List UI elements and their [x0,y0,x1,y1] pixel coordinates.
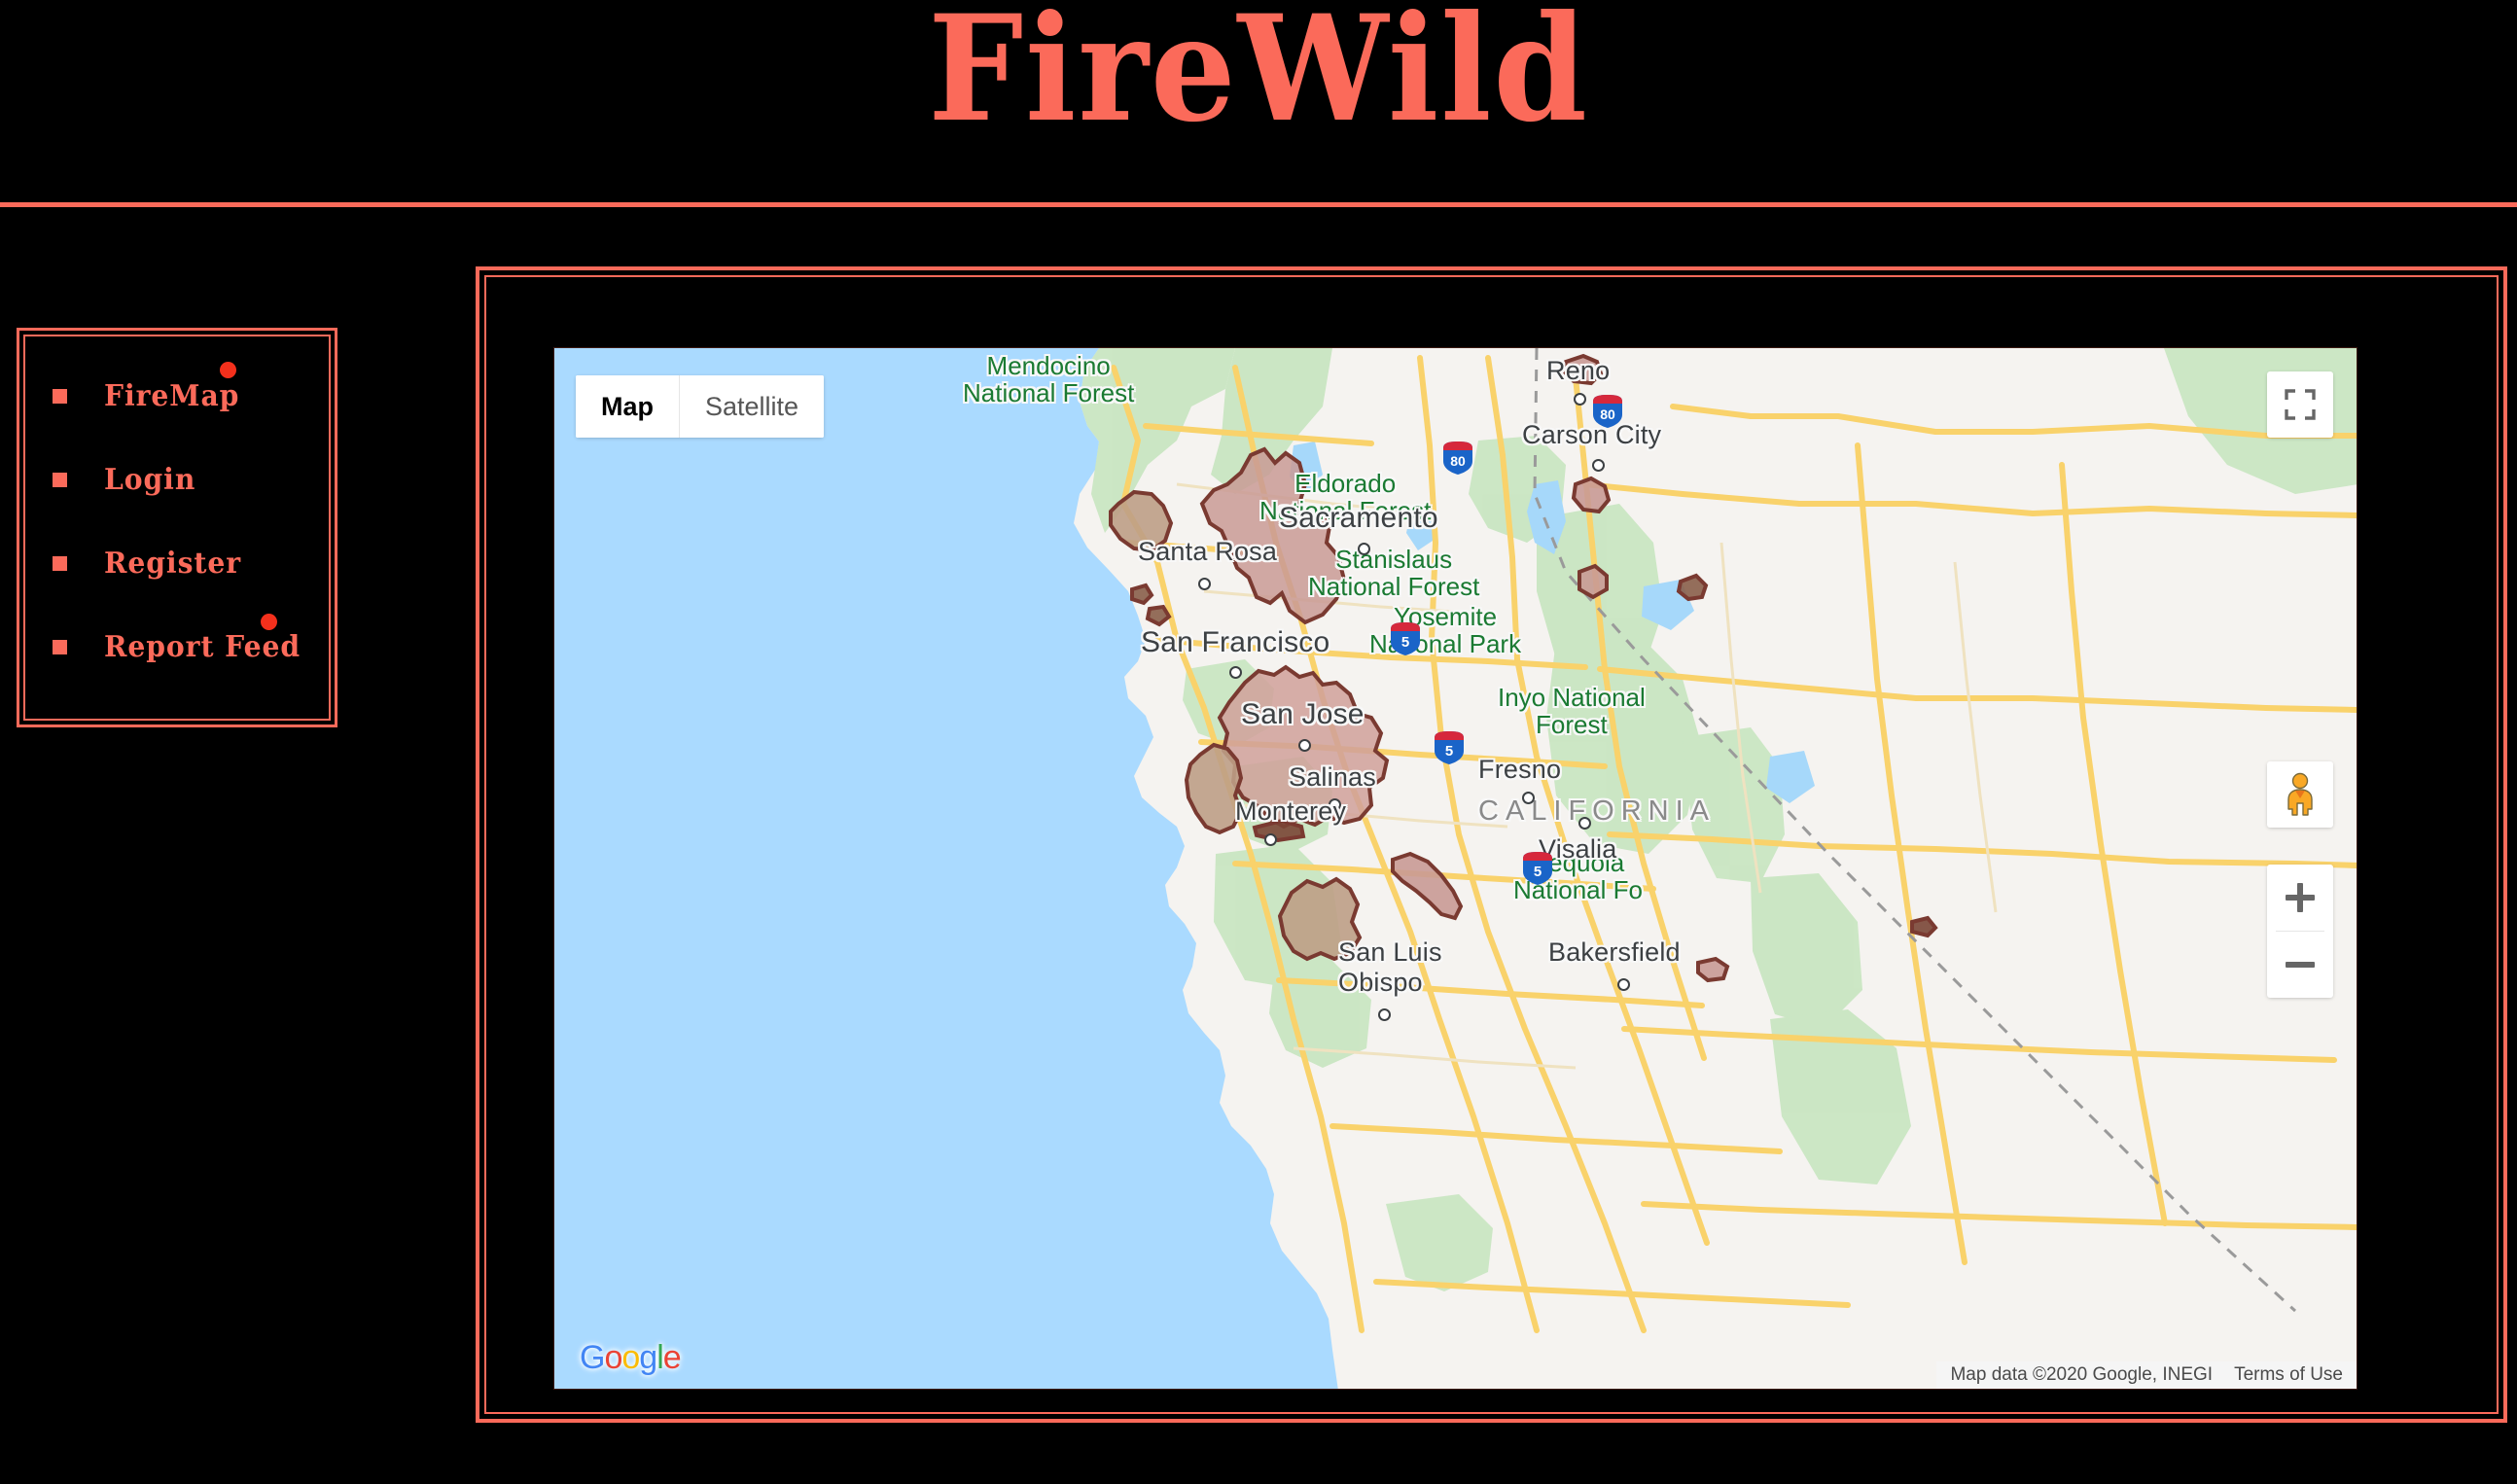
map-type-control: Map Satellite [576,375,825,438]
city-marker-san-francisco [1229,666,1242,679]
highway-shield-5-south: 5 [1523,852,1552,885]
sidebar-nav: FireMap Login Register Report Feed [17,328,337,727]
header-divider [0,202,2517,207]
highway-shield-80-reno: 80 [1593,395,1622,428]
map-base-layer [1074,348,2357,1389]
sidebar-item-register[interactable]: Register [25,541,329,585]
sidebar-item-login[interactable]: Login [25,457,329,502]
notification-dot-icon [261,614,277,630]
city-marker-sacramento [1358,543,1370,555]
city-marker-visalia [1578,817,1591,830]
fire-perimeter-dolan [1277,876,1363,962]
sidebar-item-label: Report Feed [104,629,301,664]
google-logo-letter: g [639,1339,657,1376]
sidebar-item-report-feed[interactable]: Report Feed [25,614,329,669]
map-type-button-satellite[interactable]: Satellite [679,375,825,438]
terms-of-use-link[interactable]: Terms of Use [2234,1364,2343,1386]
fire-perimeter-sequoia [1910,915,1938,938]
map-panel-inner-border: Mendocino National Forest Eldorado Nationa… [484,275,2499,1414]
fire-perimeter-bakersfield [1696,956,1730,983]
square-bullet-icon [53,555,67,571]
sidebar-item-label: FireMap [104,378,240,413]
square-bullet-icon [53,639,67,654]
google-logo-letter: o [621,1339,640,1376]
street-view-pegman-icon [2287,772,2313,816]
city-marker-monterey [1264,833,1277,846]
map-type-button-map[interactable]: Map [576,375,679,438]
zoom-controls [2267,865,2333,998]
square-bullet-icon [53,472,67,487]
map-data-attribution: Map data ©2020 Google, INEGI [1950,1364,2214,1385]
city-marker-santa-rosa [1198,578,1211,590]
city-marker-san-jose [1298,739,1311,752]
zoom-out-button[interactable] [2267,932,2333,999]
sidebar-nav-inner-border: FireMap Login Register Report Feed [23,335,331,721]
square-bullet-icon [53,388,67,404]
google-logo-letter: o [604,1339,622,1376]
sidebar-item-firemap[interactable]: FireMap [25,362,329,418]
highway-shield-80-auburn: 80 [1443,442,1472,475]
map-attribution-bar: Map data ©2020 Google, INEGI Terms of Us… [1936,1361,2357,1389]
map-panel-frame: Mendocino National Forest Eldorado Nationa… [476,266,2507,1423]
city-marker-fresno [1522,792,1535,804]
google-logo-letter: G [580,1339,605,1376]
svg-text:80: 80 [1450,453,1466,469]
highway-shield-5-mid: 5 [1435,731,1464,764]
city-marker-bakersfield [1617,978,1630,991]
google-map-canvas[interactable]: Mendocino National Forest Eldorado Nationa… [553,347,2357,1390]
page-title: FireWild [928,0,1589,155]
sidebar-item-label: Login [104,462,196,497]
fire-perimeter-eldorado-1 [1571,476,1612,514]
svg-text:5: 5 [1534,864,1542,880]
fire-perimeter-coast-small [1130,583,1154,606]
fire-perimeter-reno [1561,353,1604,386]
plus-icon-vertical [2297,883,2303,913]
city-marker-salinas [1329,798,1341,811]
fullscreen-icon [2285,389,2316,420]
fire-perimeter-yosemite [1676,573,1709,602]
city-marker-carson-city [1592,459,1605,472]
city-marker-san-luis-obispo [1378,1008,1391,1021]
fire-perimeter-eldorado-2 [1578,563,1609,600]
svg-text:80: 80 [1600,406,1615,422]
svg-text:5: 5 [1401,634,1409,651]
fullscreen-button[interactable] [2267,371,2333,438]
sidebar-item-label: Register [104,546,242,581]
svg-text:5: 5 [1445,743,1453,760]
minus-icon [2286,961,2315,968]
city-marker-reno [1574,393,1586,406]
street-view-button[interactable] [2267,761,2333,828]
zoom-in-button[interactable] [2267,865,2333,932]
highway-shield-5-north: 5 [1391,622,1420,655]
google-logo-letter: e [662,1339,682,1376]
notification-dot-icon [220,362,236,378]
app-header: FireWild [0,0,2517,207]
google-logo: Google [580,1339,682,1377]
